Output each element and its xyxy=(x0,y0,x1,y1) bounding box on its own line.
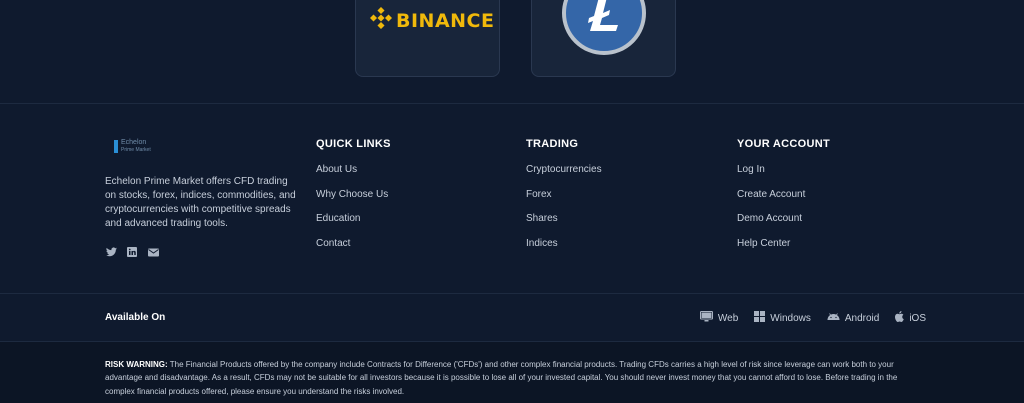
litecoin-icon xyxy=(562,0,646,55)
link-demo-account[interactable]: Demo Account xyxy=(737,212,830,237)
binance-card[interactable]: BINANCE xyxy=(355,0,500,77)
binance-wordmark: BINANCE xyxy=(396,9,495,32)
social-links xyxy=(105,246,159,258)
risk-warning-title: RISK WARNING: xyxy=(105,360,168,369)
quick-links-column: QUICK LINKS About Us Why Choose Us Educa… xyxy=(316,138,391,261)
linkedin-icon[interactable] xyxy=(126,246,138,258)
link-why-choose-us[interactable]: Why Choose Us xyxy=(316,188,391,213)
platform-windows[interactable]: Windows xyxy=(754,311,811,325)
twitter-icon[interactable] xyxy=(105,246,117,258)
link-contact[interactable]: Contact xyxy=(316,237,391,262)
link-forex[interactable]: Forex xyxy=(526,188,602,213)
platform-list: Web Windows Android iOS xyxy=(699,311,926,325)
platform-ios-label: iOS xyxy=(909,312,926,324)
link-cryptocurrencies[interactable]: Cryptocurrencies xyxy=(526,163,602,188)
platform-web-label: Web xyxy=(717,312,739,324)
your-account-title: YOUR ACCOUNT xyxy=(737,138,831,150)
apple-icon xyxy=(895,311,905,325)
partner-logos: BINANCE xyxy=(0,0,1024,104)
brand-description: Echelon Prime Market offers CFD trading … xyxy=(105,176,296,229)
brand-logo-subtext: Prime Market xyxy=(121,146,151,153)
monitor-icon xyxy=(699,311,713,325)
trading-column: TRADING Cryptocurrencies Forex Shares In… xyxy=(526,138,602,261)
binance-logo: BINANCE xyxy=(369,6,495,34)
android-icon xyxy=(827,312,840,324)
link-shares[interactable]: Shares xyxy=(526,212,602,237)
your-account-column: YOUR ACCOUNT Log In Create Account Demo … xyxy=(737,138,830,261)
brand-logo-text: Echelon xyxy=(121,138,147,146)
available-on-bar: Available On Web Windows Android iOS xyxy=(0,293,1024,341)
link-indices[interactable]: Indices xyxy=(526,237,602,262)
quick-links-title: QUICK LINKS xyxy=(316,138,391,150)
risk-warning-body: The Financial Products offered by the co… xyxy=(105,360,898,396)
brand-mark-icon xyxy=(114,139,118,153)
mail-icon[interactable] xyxy=(147,246,159,258)
binance-diamond-icon xyxy=(369,6,393,34)
platform-ios[interactable]: iOS xyxy=(895,311,926,325)
link-about-us[interactable]: About Us xyxy=(316,163,391,188)
risk-warning: RISK WARNING: The Financial Products off… xyxy=(0,341,1024,403)
risk-warning-text: RISK WARNING: The Financial Products off… xyxy=(105,358,920,398)
footer-main: Echelon Prime Market Echelon Prime Marke… xyxy=(0,104,1024,293)
link-create-account[interactable]: Create Account xyxy=(737,188,830,213)
platform-android[interactable]: Android xyxy=(827,311,879,325)
link-help-center[interactable]: Help Center xyxy=(737,237,830,262)
brand-logo[interactable]: Echelon Prime Market xyxy=(114,138,172,154)
windows-icon xyxy=(754,311,766,325)
platform-web[interactable]: Web xyxy=(699,311,739,325)
link-log-in[interactable]: Log In xyxy=(737,163,830,188)
trading-title: TRADING xyxy=(526,138,579,150)
litecoin-card[interactable] xyxy=(531,0,676,77)
platform-windows-label: Windows xyxy=(770,312,811,324)
platform-android-label: Android xyxy=(844,312,880,324)
available-on-label: Available On xyxy=(105,312,166,323)
link-education[interactable]: Education xyxy=(316,212,391,237)
